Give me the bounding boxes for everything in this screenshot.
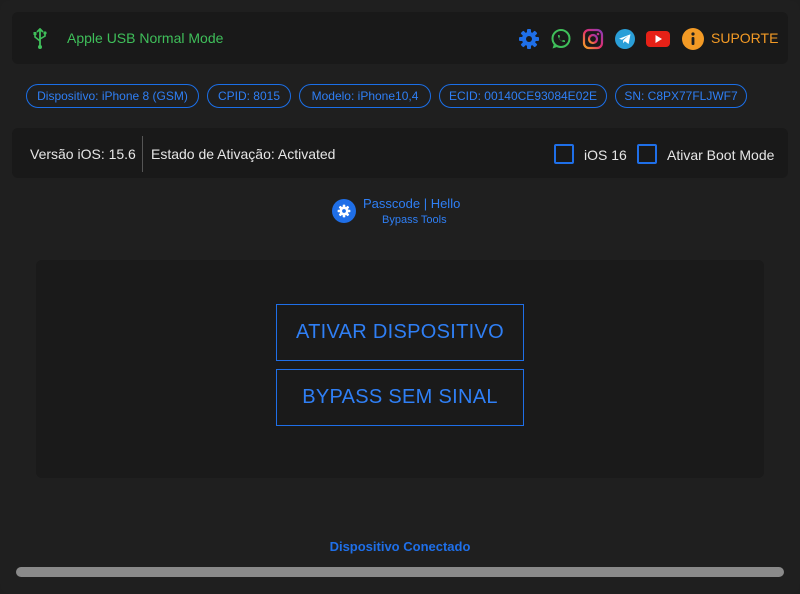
info-icon[interactable] <box>681 27 705 51</box>
instagram-icon[interactable] <box>581 27 605 51</box>
ios-version-label: Versão iOS: 15.6 <box>30 146 136 162</box>
gear-icon[interactable] <box>517 27 541 51</box>
usb-icon <box>30 27 50 50</box>
activate-device-button[interactable]: ATIVAR DISPOSITIVO <box>276 304 524 361</box>
divider <box>142 136 143 172</box>
horizontal-scrollbar[interactable] <box>16 567 784 577</box>
connection-status: Dispositivo Conectado <box>329 539 471 554</box>
activation-state-label: Estado de Ativação: Activated <box>151 146 336 162</box>
boot-mode-checkbox[interactable] <box>637 144 657 164</box>
app-window: Apple USB Normal Mode SUPORTE Dispositiv… <box>0 0 800 594</box>
boot-mode-label: Ativar Boot Mode <box>667 147 775 163</box>
usb-mode-label: Apple USB Normal Mode <box>67 30 224 46</box>
device-pill: Dispositivo: iPhone 8 (GSM) <box>26 84 199 108</box>
support-link[interactable]: SUPORTE <box>711 30 778 46</box>
tool-subtitle: Bypass Tools <box>382 214 447 226</box>
tool-title: Passcode | Hello <box>363 196 461 211</box>
serial-pill: SN: C8PX77FLJWF7 <box>615 84 747 108</box>
whatsapp-icon[interactable] <box>549 27 573 51</box>
ios16-label: iOS 16 <box>584 147 627 163</box>
ios16-checkbox[interactable] <box>554 144 574 164</box>
tool-gear-icon <box>332 199 356 223</box>
ecid-pill: ECID: 00140CE93084E02E <box>439 84 607 108</box>
model-pill: Modelo: iPhone10,4 <box>299 84 431 108</box>
telegram-icon[interactable] <box>613 27 637 51</box>
youtube-icon[interactable] <box>644 27 672 51</box>
bypass-no-signal-button[interactable]: BYPASS SEM SINAL <box>276 369 524 426</box>
cpid-pill: CPID: 8015 <box>207 84 291 108</box>
